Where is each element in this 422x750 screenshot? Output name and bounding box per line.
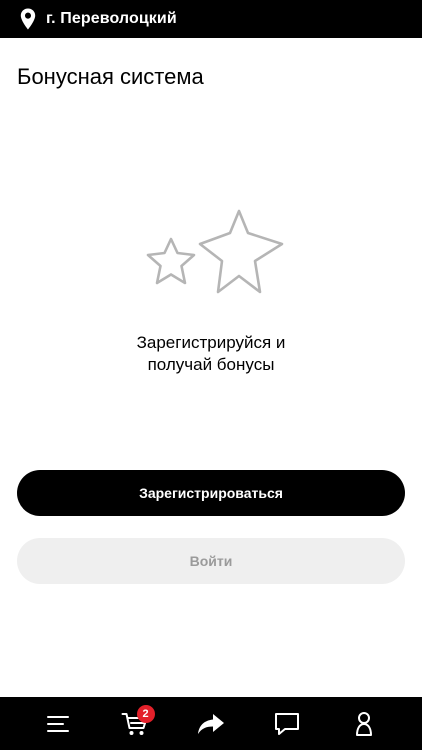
- register-button[interactable]: Зарегистрироваться: [17, 470, 405, 516]
- promo-line-2: получай бонусы: [147, 355, 275, 374]
- promo-line-1: Зарегистрируйся и: [136, 333, 286, 352]
- tab-menu[interactable]: [36, 702, 80, 746]
- location-selector[interactable]: г. Переволоцкий: [0, 0, 422, 38]
- small-star-shape: [146, 237, 196, 285]
- user-icon: [355, 711, 372, 736]
- location-pin-icon: [20, 8, 36, 30]
- tab-profile[interactable]: [342, 702, 386, 746]
- tab-chat[interactable]: [265, 702, 309, 746]
- menu-icon: [47, 715, 70, 732]
- bottom-tab-bar: 2: [0, 697, 422, 750]
- tab-share[interactable]: [189, 702, 233, 746]
- city-name: г. Переволоцкий: [46, 10, 177, 27]
- large-star-shape: [198, 209, 284, 294]
- chat-bubble-icon: [275, 712, 300, 735]
- cart-badge: 2: [136, 704, 155, 723]
- promo-text: Зарегистрируйся и получай бонусы: [0, 332, 422, 376]
- stars-icon: [146, 209, 284, 294]
- tab-cart[interactable]: 2: [113, 702, 157, 746]
- login-button[interactable]: Войти: [17, 538, 405, 584]
- page-title: Бонусная система: [17, 64, 204, 89]
- share-arrow-icon: [197, 713, 224, 734]
